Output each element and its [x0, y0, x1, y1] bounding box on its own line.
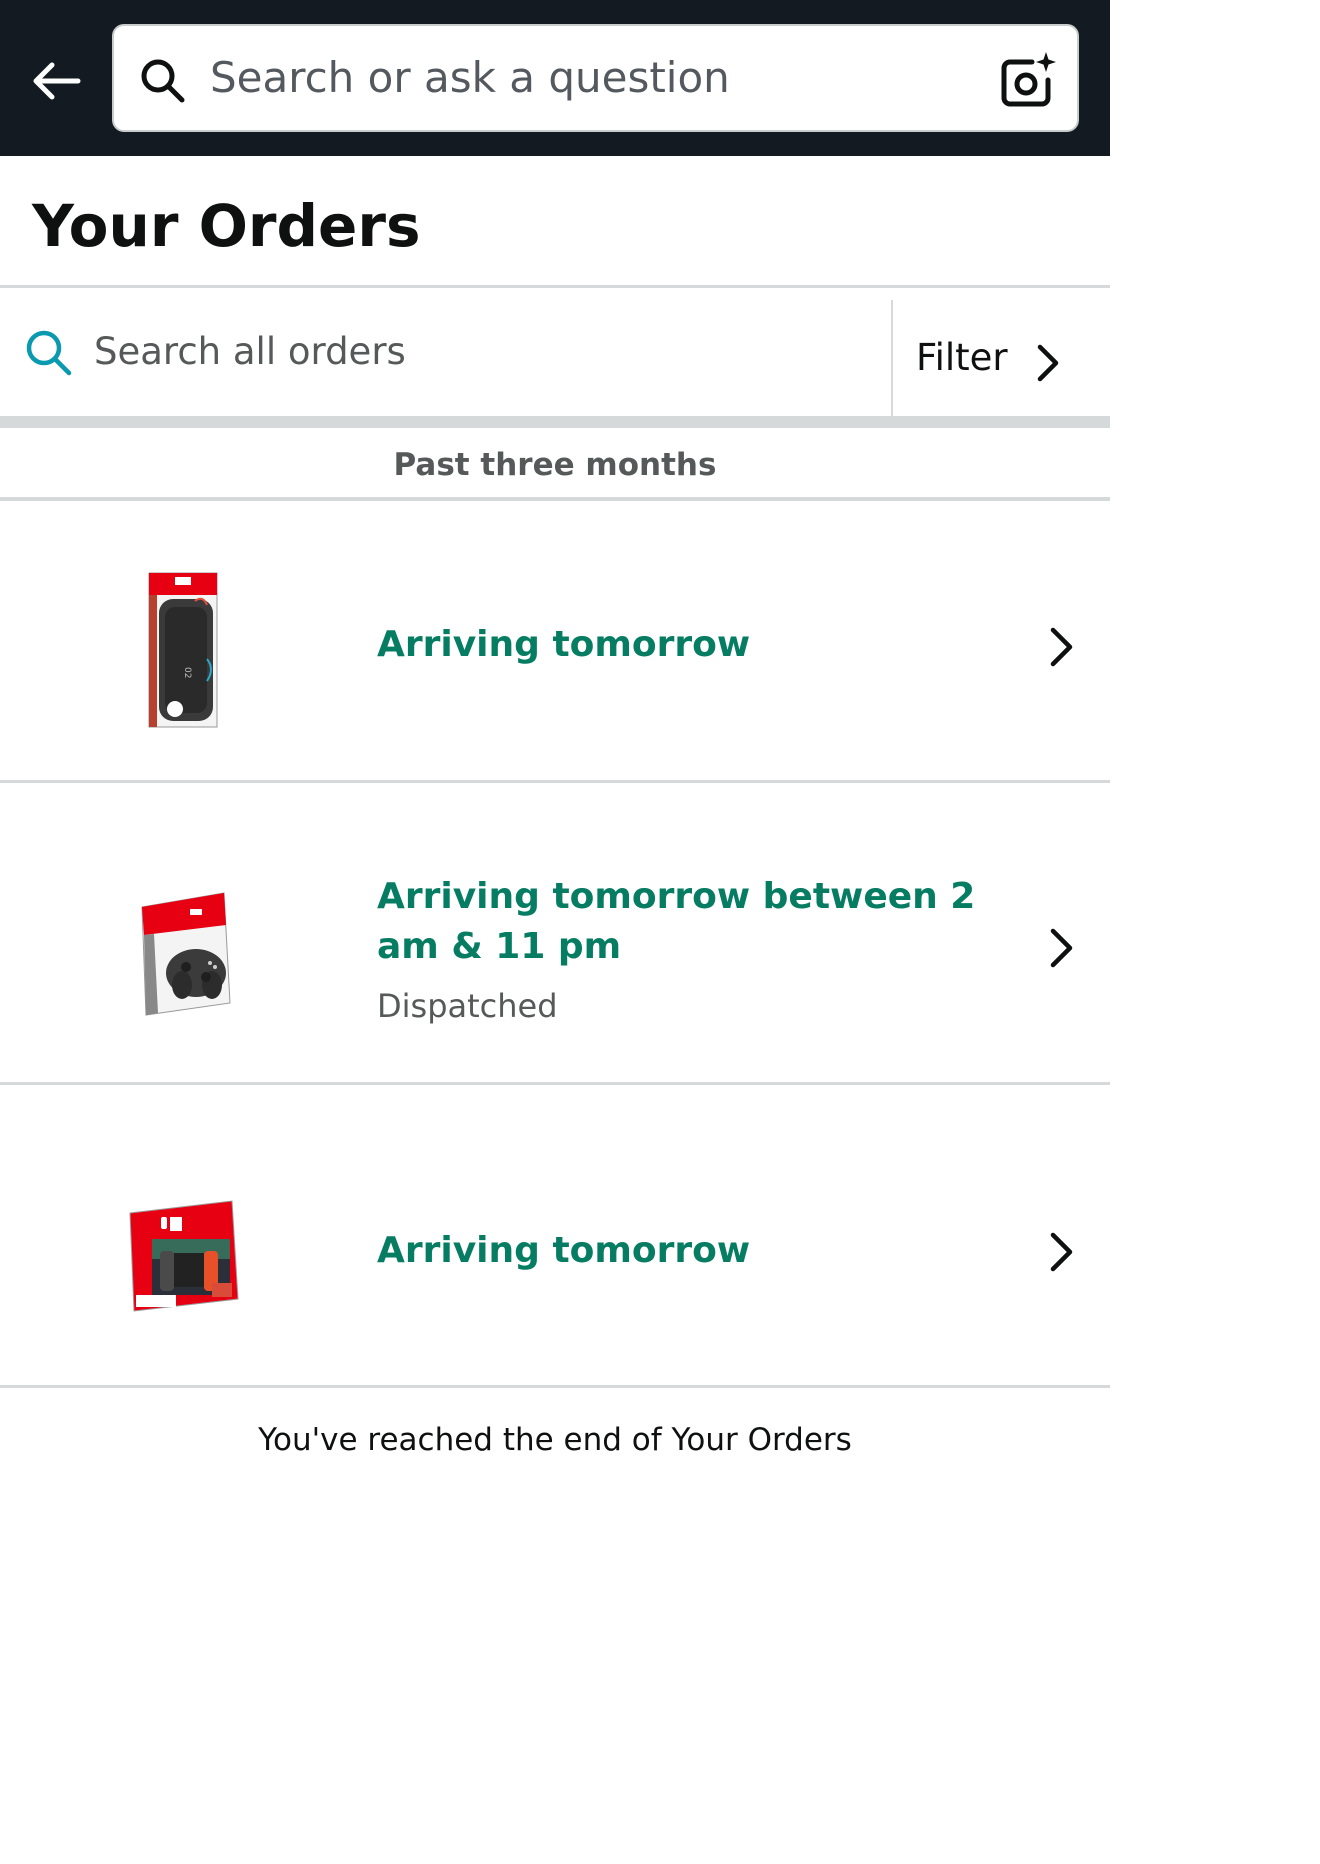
order-search-input[interactable]: Search all orders	[0, 300, 892, 416]
back-button[interactable]	[28, 56, 84, 106]
search-placeholder: Search or ask a question	[210, 53, 730, 102]
search-icon	[26, 330, 72, 376]
divider	[891, 300, 893, 416]
order-row[interactable]: Arriving tomorrow	[0, 1085, 1110, 1385]
order-search-placeholder: Search all orders	[94, 330, 406, 373]
global-search-input[interactable]: Search or ask a question	[112, 24, 1079, 132]
end-of-orders-message: You've reached the end of Your Orders	[258, 1422, 852, 1458]
order-detail: Dispatched	[377, 987, 558, 1025]
chevron-right-icon	[1037, 344, 1059, 382]
svg-text:02: 02	[182, 667, 192, 678]
order-status: Arriving tomorrow	[377, 1230, 751, 1271]
divider	[0, 1385, 1110, 1388]
order-row[interactable]: Arriving tomorrow between 2 am & 11 pm D…	[0, 783, 1110, 1083]
search-icon	[141, 59, 185, 103]
page-title: Your Orders	[32, 192, 421, 260]
product-image-carrying-case: 02	[148, 572, 218, 728]
chevron-right-icon	[1050, 1232, 1073, 1272]
product-image-console-bundle	[129, 1200, 239, 1312]
camera-sparkle-icon[interactable]	[998, 50, 1058, 110]
order-status: Arriving tomorrow	[377, 624, 751, 665]
back-arrow-icon	[33, 62, 81, 100]
product-image-pro-controller	[141, 892, 231, 1016]
divider	[0, 285, 1110, 288]
section-separator	[0, 416, 1110, 428]
top-bar: Search or ask a question	[0, 0, 1110, 156]
order-row[interactable]: 02 Arriving tomorrow	[0, 501, 1110, 780]
order-status: Arriving tomorrow between 2 am & 11 pm	[377, 876, 976, 967]
chevron-right-icon	[1050, 627, 1073, 667]
filter-label: Filter	[916, 336, 1008, 379]
chevron-right-icon	[1050, 928, 1073, 968]
section-label: Past three months	[393, 447, 717, 483]
filter-button[interactable]: Filter	[894, 300, 1110, 416]
